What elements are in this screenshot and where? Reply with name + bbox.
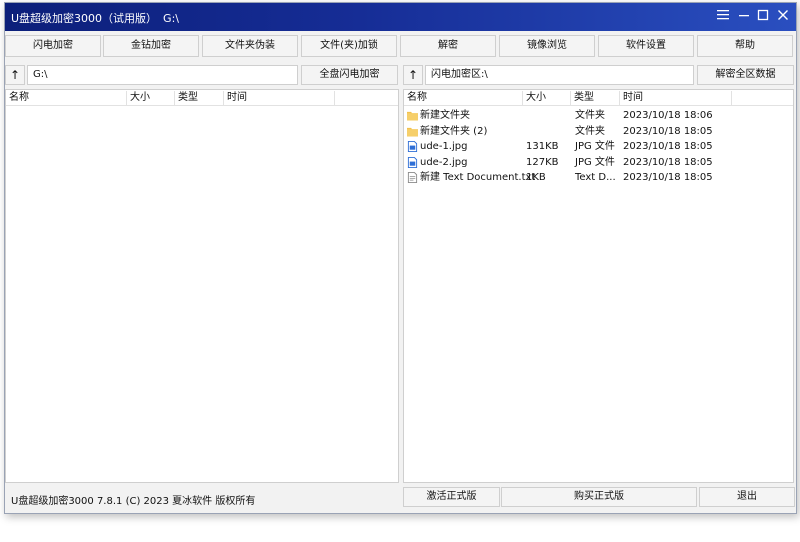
menu-icon[interactable] xyxy=(715,7,731,23)
folder-disguise-button[interactable]: 文件夹伪装 xyxy=(202,35,298,57)
file-type: JPG 文件 xyxy=(575,156,615,168)
file-name: ude-1.jpg xyxy=(420,141,468,152)
title-bar[interactable]: U盘超级加密3000（试用版） G:\ xyxy=(5,3,796,31)
file-type: 文件夹 xyxy=(575,110,605,121)
full-disk-flash-encrypt-button[interactable]: 全盘闪电加密 xyxy=(301,65,398,85)
app-window: U盘超级加密3000（试用版） G:\ 闪电加密 金钻加密 文件夹伪装 文件(夹)… xyxy=(4,2,797,514)
right-path-field[interactable]: 闪电加密区:\ xyxy=(425,65,694,85)
right-up-button[interactable]: ↑ xyxy=(403,65,423,85)
image-file-icon xyxy=(407,141,418,152)
left-path-field[interactable]: G:\ xyxy=(27,65,298,85)
file-row[interactable]: ude-2.jpg 127KB JPG 文件 2023/10/18 18:05 xyxy=(404,155,793,171)
right-file-list[interactable]: 名称 大小 类型 时间 新建文件夹 文件夹 2023/10/18 18:06 新… xyxy=(403,89,794,483)
close-icon[interactable] xyxy=(775,7,791,23)
minimize-icon[interactable] xyxy=(736,7,752,23)
exit-button[interactable]: 退出 xyxy=(699,487,795,507)
left-col-size[interactable]: 大小 xyxy=(127,91,175,105)
right-rows: 新建文件夹 文件夹 2023/10/18 18:06 新建文件夹 (2) 文件夹… xyxy=(404,108,793,186)
right-list-header: 名称 大小 类型 时间 xyxy=(404,90,793,106)
file-time: 2023/10/18 18:05 xyxy=(623,125,713,137)
file-row[interactable]: ude-1.jpg 131KB JPG 文件 2023/10/18 18:05 xyxy=(404,139,793,155)
settings-button[interactable]: 软件设置 xyxy=(598,35,694,57)
window-title-label: U盘超级加密3000（试用版） xyxy=(11,12,158,25)
file-name: 新建文件夹 xyxy=(420,110,470,121)
file-name: 新建 Text Document.txt xyxy=(420,172,536,183)
file-time: 2023/10/18 18:05 xyxy=(623,156,713,168)
file-type: 文件夹 xyxy=(575,125,605,137)
file-time: 2023/10/18 18:05 xyxy=(623,141,713,152)
decrypt-button[interactable]: 解密 xyxy=(400,35,496,57)
left-col-name[interactable]: 名称 xyxy=(6,91,127,105)
left-list-header: 名称 大小 类型 时间 xyxy=(6,90,398,106)
left-col-time[interactable]: 时间 xyxy=(224,91,335,105)
window-title-path: G:\ xyxy=(163,12,179,25)
file-type: Text D... xyxy=(575,172,616,183)
file-time: 2023/10/18 18:06 xyxy=(623,110,713,121)
main-toolbar: 闪电加密 金钻加密 文件夹伪装 文件(夹)加锁 解密 镜像浏览 软件设置 帮助 xyxy=(5,35,796,59)
buy-button[interactable]: 购买正式版 xyxy=(501,487,697,507)
file-row[interactable]: 新建文件夹 文件夹 2023/10/18 18:06 xyxy=(404,108,793,124)
diamond-encrypt-button[interactable]: 金钻加密 xyxy=(103,35,199,57)
text-file-icon xyxy=(407,172,418,183)
file-row[interactable]: 新建 Text Document.txt 1KB Text D... 2023/… xyxy=(404,170,793,186)
folder-icon xyxy=(407,127,418,137)
file-size: 127KB xyxy=(526,156,559,168)
activate-button[interactable]: 激活正式版 xyxy=(403,487,500,507)
maximize-icon[interactable] xyxy=(755,7,771,23)
file-row[interactable]: 新建文件夹 (2) 文件夹 2023/10/18 18:05 xyxy=(404,124,793,140)
left-up-button[interactable]: ↑ xyxy=(5,65,25,85)
image-file-icon xyxy=(407,156,418,168)
file-name: ude-2.jpg xyxy=(420,156,468,168)
file-time: 2023/10/18 18:05 xyxy=(623,172,713,183)
right-col-name[interactable]: 名称 xyxy=(404,91,523,105)
file-lock-button[interactable]: 文件(夹)加锁 xyxy=(301,35,397,57)
folder-icon xyxy=(407,111,418,121)
help-button[interactable]: 帮助 xyxy=(697,35,793,57)
copyright-text: U盘超级加密3000 7.8.1 (C) 2023 夏冰软件 版权所有 xyxy=(11,496,256,507)
left-col-type[interactable]: 类型 xyxy=(175,91,224,105)
file-type: JPG 文件 xyxy=(575,141,615,152)
left-file-list[interactable]: 名称 大小 类型 时间 xyxy=(5,89,399,483)
flash-encrypt-button[interactable]: 闪电加密 xyxy=(5,35,101,57)
status-bar: U盘超级加密3000 7.8.1 (C) 2023 夏冰软件 版权所有 激活正式… xyxy=(5,487,796,511)
right-col-size[interactable]: 大小 xyxy=(523,91,571,105)
right-col-type[interactable]: 类型 xyxy=(571,91,620,105)
file-size: 131KB xyxy=(526,141,559,152)
decrypt-all-data-button[interactable]: 解密全区数据 xyxy=(697,65,794,85)
right-col-time[interactable]: 时间 xyxy=(620,91,732,105)
file-size: 1KB xyxy=(526,172,546,183)
image-browse-button[interactable]: 镜像浏览 xyxy=(499,35,595,57)
window-title: U盘超级加密3000（试用版） G:\ xyxy=(11,10,179,26)
file-name: 新建文件夹 (2) xyxy=(420,125,488,137)
